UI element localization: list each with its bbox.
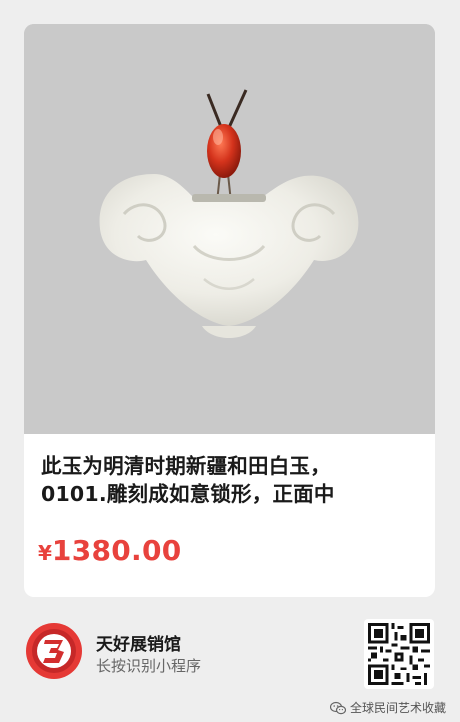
wechat-icon [329,701,346,715]
account-watermark: 全球民间艺术收藏 [329,699,446,716]
price-value: 1380.00 [51,534,182,567]
mini-program-footer: 天好展销馆 长按识别小程序 全球民间艺术收藏 [0,597,460,722]
product-title-line-2: 0101.雕刻成如意锁形，正面中 [41,482,335,506]
watermark-text: 全球民间艺术收藏 [349,701,446,715]
price-currency-symbol: ¥ [38,541,52,565]
red-three-logo[interactable] [25,622,83,680]
product-title: 此玉为明清时期新疆和田白玉， 0101.雕刻成如意锁形，正面中 [41,452,421,508]
shop-name[interactable]: 天好展销馆 [96,630,181,655]
jade-lock-pendant-image [24,24,435,434]
product-card[interactable]: 此玉为明清时期新疆和田白玉， 0101.雕刻成如意锁形，正面中 ¥1380.00 [24,24,435,597]
product-title-line-1: 此玉为明清时期新疆和田白玉， [41,454,331,478]
product-image[interactable] [24,24,435,434]
product-price: ¥1380.00 [38,534,182,567]
mini-program-hint: 长按识别小程序 [96,657,202,675]
qr-code[interactable] [364,619,434,689]
